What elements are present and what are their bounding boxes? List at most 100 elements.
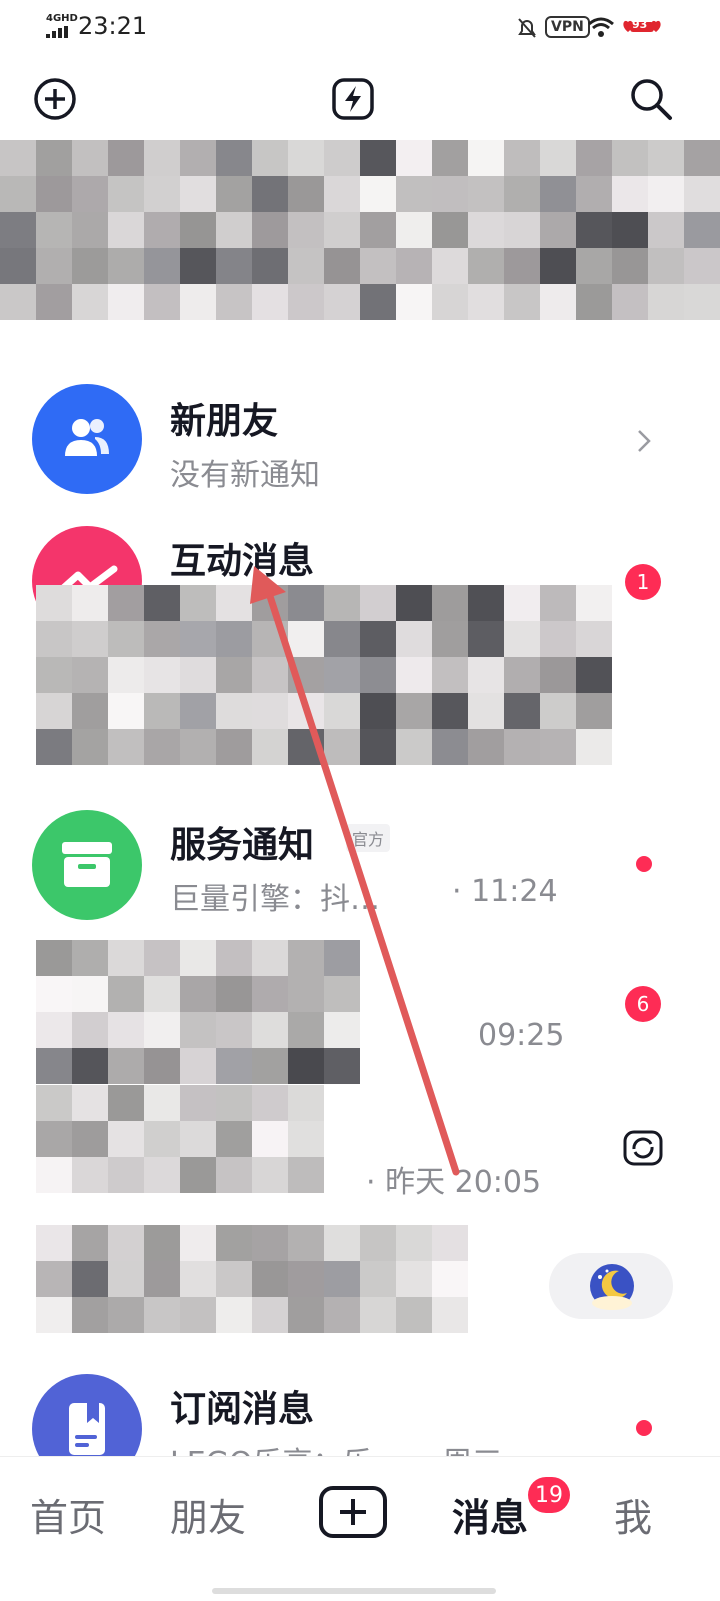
- blur-pixel: [612, 284, 648, 320]
- nav-messages[interactable]: 消息: [452, 1487, 528, 1542]
- search-button[interactable]: [628, 76, 674, 122]
- blur-pixel: [396, 585, 432, 621]
- blur-pixel: [144, 1121, 180, 1157]
- flash-button[interactable]: [330, 76, 376, 122]
- sleep-status-pill[interactable]: [549, 1253, 673, 1319]
- blur-pixel: [0, 140, 36, 176]
- blur-pixel: [108, 585, 144, 621]
- service-notification-row[interactable]: 服务通知 官方 巨量引擎：抖… · 11:24: [0, 796, 720, 936]
- blur-pixel: [72, 1012, 108, 1048]
- chat-row[interactable]: [0, 1225, 720, 1355]
- blur-pixel: [288, 1157, 324, 1193]
- blur-pixel: [576, 729, 612, 765]
- blur-pixel: [144, 940, 180, 976]
- blur-pixel: [36, 1085, 72, 1121]
- blur-pixel: [144, 212, 180, 248]
- blur-pixel: [252, 1261, 288, 1297]
- bookmark-doc-icon: [69, 1403, 105, 1455]
- blur-pixel: [648, 140, 684, 176]
- blur-pixel: [612, 140, 648, 176]
- blur-pixel: [288, 585, 324, 621]
- blur-pixel: [216, 1157, 252, 1193]
- blur-pixel: [360, 176, 396, 212]
- nav-friends[interactable]: 朋友: [170, 1487, 246, 1542]
- blur-pixel: [72, 212, 108, 248]
- blur-pixel: [72, 248, 108, 284]
- blur-pixel: [180, 140, 216, 176]
- blur-pixel: [216, 657, 252, 693]
- blur-pixel: [360, 140, 396, 176]
- row-subtitle: LEGO乐高：乐…… 周三: [170, 1438, 502, 1456]
- blur-pixel: [36, 976, 72, 1012]
- blur-pixel: [108, 940, 144, 976]
- blur-pixel: [468, 657, 504, 693]
- subscription-row[interactable]: 订阅消息 LEGO乐高：乐…… 周三: [0, 1360, 720, 1456]
- blur-pixel: [252, 940, 288, 976]
- blur-pixel: [108, 1297, 144, 1333]
- new-friends-avatar: [32, 384, 142, 494]
- blurred-chat-content: [0, 940, 600, 1085]
- blur-pixel: [144, 284, 180, 320]
- create-button[interactable]: [318, 1485, 388, 1539]
- blur-pixel: [252, 585, 288, 621]
- blur-pixel: [468, 693, 504, 729]
- blur-pixel: [0, 176, 36, 212]
- blur-pixel: [108, 1048, 144, 1084]
- blur-pixel: [576, 585, 612, 621]
- blur-pixel: [72, 657, 108, 693]
- blur-pixel: [144, 1261, 180, 1297]
- blur-pixel: [108, 1121, 144, 1157]
- blur-pixel: [684, 140, 720, 176]
- nav-home[interactable]: 首页: [30, 1487, 106, 1542]
- blur-pixel: [324, 248, 360, 284]
- blur-pixel: [252, 1048, 288, 1084]
- blur-pixel: [576, 284, 612, 320]
- row-title: 互动消息: [170, 541, 315, 582]
- blurred-chat-row[interactable]: [0, 585, 720, 795]
- network-indicator: 4GHD: [46, 13, 78, 24]
- clock: 23:21: [78, 12, 148, 40]
- blur-pixel: [396, 1297, 432, 1333]
- blur-pixel: [324, 621, 360, 657]
- blur-pixel: [288, 248, 324, 284]
- blur-pixel: [252, 976, 288, 1012]
- blur-pixel: [396, 693, 432, 729]
- blur-pixel: [252, 248, 288, 284]
- chat-row[interactable]: 09:25 6: [0, 940, 720, 1085]
- blur-pixel: [36, 693, 72, 729]
- blur-pixel: [144, 1085, 180, 1121]
- chat-row[interactable]: · 昨天 20:05: [0, 1085, 720, 1225]
- blur-pixel: [324, 284, 360, 320]
- blur-pixel: [684, 176, 720, 212]
- row-time: 09:25: [478, 1018, 565, 1053]
- blur-pixel: [576, 176, 612, 212]
- blur-pixel: [504, 212, 540, 248]
- blur-pixel: [72, 140, 108, 176]
- blur-pixel: [108, 1012, 144, 1048]
- blur-pixel: [180, 693, 216, 729]
- plus-circle-icon: [34, 78, 76, 120]
- new-friends-row[interactable]: 新朋友 没有新通知: [0, 370, 720, 510]
- blur-pixel: [540, 284, 576, 320]
- blur-pixel: [432, 657, 468, 693]
- add-button[interactable]: [32, 76, 78, 122]
- story-avatars-blurred[interactable]: [0, 140, 720, 340]
- blur-pixel: [180, 1297, 216, 1333]
- blur-pixel: [108, 1261, 144, 1297]
- blur-pixel: [252, 621, 288, 657]
- blur-pixel: [144, 248, 180, 284]
- blur-pixel: [216, 1085, 252, 1121]
- blur-pixel: [144, 1225, 180, 1261]
- blur-pixel: [216, 1261, 252, 1297]
- row-title: 服务通知: [170, 825, 315, 866]
- blur-pixel: [36, 248, 72, 284]
- wifi-icon: [588, 17, 614, 37]
- blur-pixel: [144, 693, 180, 729]
- blur-pixel: [288, 940, 324, 976]
- blur-pixel: [216, 940, 252, 976]
- blur-pixel: [180, 248, 216, 284]
- blur-pixel: [468, 248, 504, 284]
- blur-pixel: [360, 657, 396, 693]
- nav-me[interactable]: 我: [614, 1487, 652, 1542]
- blur-pixel: [180, 284, 216, 320]
